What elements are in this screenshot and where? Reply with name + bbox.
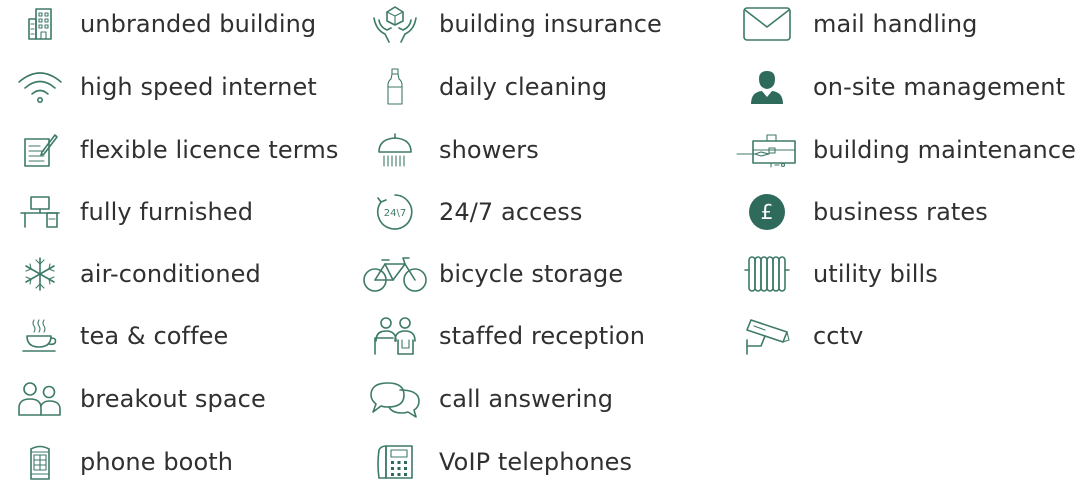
people-icon [10, 377, 70, 421]
wifi-icon [10, 65, 70, 109]
radiator-icon [733, 252, 801, 296]
amenity-item-utility-bills: utility bills [735, 250, 938, 298]
contract-icon [10, 128, 70, 172]
snowflake-icon [10, 252, 70, 296]
cleaning-bottle-icon [360, 65, 430, 109]
amenity-label: mail handling [813, 10, 978, 38]
amenity-item-fully-furnished: fully furnished [10, 188, 253, 236]
insurance-hands-icon [360, 2, 430, 46]
amenity-item-call-answering: call answering [360, 375, 613, 423]
amenity-label: building maintenance [813, 136, 1076, 164]
desk-phone-icon [360, 440, 430, 484]
amenity-item-cctv: cctv [735, 312, 863, 360]
bicycle-icon [360, 252, 430, 296]
amenity-label: tea & coffee [80, 322, 229, 350]
building-icon [10, 2, 70, 46]
amenity-item-mail-handling: mail handling [735, 0, 978, 48]
amenities-column-2: building insurance daily cleaning shower… [360, 0, 730, 480]
manager-icon [733, 65, 801, 109]
amenity-label: staffed reception [439, 322, 646, 350]
amenity-label: high speed internet [80, 73, 317, 101]
amenity-label: VoIP telephones [439, 448, 633, 476]
amenity-item-bicycle-storage: bicycle storage [360, 250, 623, 298]
toolbox-icon [733, 128, 801, 172]
desk-icon [10, 190, 70, 234]
clock-24-7-icon: 24\7 [360, 190, 430, 234]
phone-booth-icon [10, 440, 70, 484]
svg-text:£: £ [761, 200, 774, 224]
envelope-icon [733, 2, 801, 46]
amenity-label: flexible licence terms [80, 136, 339, 164]
amenity-label: unbranded building [80, 10, 317, 38]
cctv-camera-icon [733, 314, 801, 358]
reception-icon [360, 314, 430, 358]
amenity-label: utility bills [813, 260, 938, 288]
amenity-item-on-site-management: on-site management [735, 63, 1065, 111]
amenity-item-breakout-space: breakout space [10, 375, 266, 423]
amenity-item-staffed-reception: staffed reception [360, 312, 645, 360]
amenity-label: fully furnished [80, 198, 254, 226]
amenity-label: bicycle storage [439, 260, 624, 288]
amenity-label: business rates [813, 198, 988, 226]
amenity-label: phone booth [80, 448, 234, 476]
amenities-grid: unbranded building high speed internet f… [0, 0, 1084, 480]
amenity-item-phone-booth: phone booth [10, 438, 233, 486]
amenity-item-unbranded-building: unbranded building [10, 0, 316, 48]
amenity-item-business-rates: £ business rates [735, 188, 988, 236]
amenity-item-high-speed-internet: high speed internet [10, 63, 317, 111]
amenity-label: air-conditioned [80, 260, 261, 288]
coffee-cup-icon [10, 314, 70, 358]
amenity-label: call answering [439, 385, 614, 413]
amenities-column-3: mail handling on-site management buildin… [735, 0, 1084, 480]
svg-text:24\7: 24\7 [384, 208, 406, 219]
shower-icon [360, 128, 430, 172]
amenity-item-building-insurance: building insurance [360, 0, 662, 48]
amenity-label: showers [439, 136, 539, 164]
amenity-item-tea-coffee: tea & coffee [10, 312, 228, 360]
amenity-label: building insurance [439, 10, 662, 38]
pound-coin-icon: £ [733, 190, 801, 234]
amenity-item-daily-cleaning: daily cleaning [360, 63, 607, 111]
amenity-label: on-site management [813, 73, 1066, 101]
amenities-column-1: unbranded building high speed internet f… [10, 0, 350, 480]
amenity-item-building-maintenance: building maintenance [735, 126, 1076, 174]
amenity-label: 24/7 access [439, 198, 583, 226]
amenity-label: cctv [813, 322, 864, 350]
amenity-item-air-conditioned: air-conditioned [10, 250, 261, 298]
amenity-item-showers: showers [360, 126, 539, 174]
amenity-item-flexible-licence-terms: flexible licence terms [10, 126, 338, 174]
amenity-item-voip-telephones: VoIP telephones [360, 438, 632, 486]
amenity-item-24-7-access: 24\7 24/7 access [360, 188, 583, 236]
amenity-label: breakout space [80, 385, 266, 413]
speech-bubbles-icon [360, 377, 430, 421]
amenity-label: daily cleaning [439, 73, 608, 101]
